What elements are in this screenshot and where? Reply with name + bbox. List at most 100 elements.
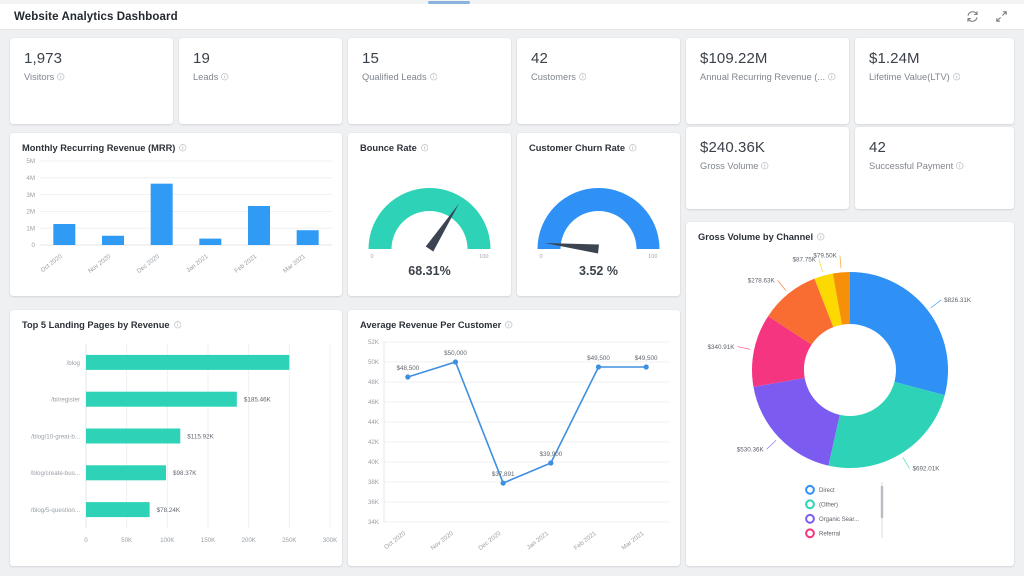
svg-text:Referral: Referral xyxy=(819,532,840,538)
svg-text:Direct: Direct xyxy=(819,488,835,494)
kpi-label-text: Customers xyxy=(531,72,576,82)
svg-text:Organic Sear...: Organic Sear... xyxy=(819,517,859,523)
svg-text:/bi/register: /bi/register xyxy=(51,397,80,404)
chart-card-mrr[interactable]: Monthly Recurring Revenue (MRR) 01M2M3M4… xyxy=(10,133,342,296)
landing-bar[interactable] xyxy=(86,355,289,370)
svg-text:100K: 100K xyxy=(160,537,175,544)
svg-text:Oct 2020: Oct 2020 xyxy=(39,253,64,274)
arpc-point[interactable] xyxy=(644,364,649,369)
chart-title-text: Gross Volume by Channel xyxy=(698,232,813,242)
arpc-point[interactable] xyxy=(501,480,506,485)
dashboard-root: Website Analytics Dashboard 1,973 Visito… xyxy=(0,0,1024,576)
info-icon[interactable] xyxy=(430,73,438,81)
info-icon[interactable] xyxy=(956,162,964,170)
svg-text:Dec 2020: Dec 2020 xyxy=(136,253,162,275)
svg-text:0: 0 xyxy=(540,254,543,260)
chart-card-channel[interactable]: Gross Volume by Channel $826.31K $692.01K… xyxy=(686,222,1014,566)
chart-card-arpc[interactable]: Average Revenue Per Customer 34K36K38K40… xyxy=(348,310,680,566)
donut-slice[interactable] xyxy=(850,272,948,395)
kpi-card-customers[interactable]: 42 Customers xyxy=(517,38,680,124)
svg-text:$826.31K: $826.31K xyxy=(944,297,972,304)
landing-bar[interactable] xyxy=(86,502,150,517)
landing-bar[interactable] xyxy=(86,465,166,480)
svg-text:$692.01K: $692.01K xyxy=(913,466,941,473)
channel-donut-chart[interactable]: $826.31K$692.01K$530.36K$340.91K$278.63K… xyxy=(686,242,1014,564)
info-icon[interactable] xyxy=(174,321,182,329)
donut-slice[interactable] xyxy=(828,382,944,468)
svg-text:Oct 2020: Oct 2020 xyxy=(383,530,408,551)
mrr-bar[interactable] xyxy=(248,206,270,245)
kpi-card-ltv[interactable]: $1.24M Lifetime Value(LTV) xyxy=(855,38,1014,124)
chart-title-text: Bounce Rate xyxy=(360,143,417,153)
mrr-bar[interactable] xyxy=(53,224,75,245)
info-icon[interactable] xyxy=(421,144,429,152)
info-icon[interactable] xyxy=(953,73,961,81)
arpc-point[interactable] xyxy=(596,364,601,369)
info-icon[interactable] xyxy=(57,73,65,81)
kpi-card-leads[interactable]: 19 Leads xyxy=(179,38,342,124)
info-icon[interactable] xyxy=(761,162,769,170)
kpi-value: 42 xyxy=(869,139,1014,156)
info-icon[interactable] xyxy=(179,144,187,152)
landing-bar[interactable] xyxy=(86,392,237,407)
info-icon[interactable] xyxy=(828,73,836,81)
svg-text:100: 100 xyxy=(479,254,488,260)
kpi-card-gross-volume[interactable]: $240.36K Gross Volume xyxy=(686,127,849,209)
kpi-label-text: Qualified Leads xyxy=(362,72,427,82)
kpi-label: Annual Recurring Revenue (... xyxy=(700,72,849,82)
chart-title-text: Customer Churn Rate xyxy=(529,143,625,153)
landing-pages-bar-chart[interactable]: 050K100K150K200K250K300K/blog/bi/registe… xyxy=(10,330,342,564)
kpi-value: 19 xyxy=(193,50,342,67)
chart-card-churn-rate[interactable]: Customer Churn Rate 01003.52 % xyxy=(517,133,680,296)
arpc-line xyxy=(408,362,646,483)
kpi-card-visitors[interactable]: 1,973 Visitors xyxy=(10,38,173,124)
legend-item[interactable]: Organic Sear... xyxy=(806,515,859,523)
arpc-point[interactable] xyxy=(548,460,553,465)
svg-text:300K: 300K xyxy=(323,537,338,544)
mrr-bar[interactable] xyxy=(102,236,124,245)
page-title: Website Analytics Dashboard xyxy=(14,11,178,23)
svg-text:4M: 4M xyxy=(26,175,35,182)
svg-text:/blog/10-great-b...: /blog/10-great-b... xyxy=(31,433,80,440)
svg-text:$49,500: $49,500 xyxy=(635,355,658,362)
chart-card-landing-pages[interactable]: Top 5 Landing Pages by Revenue 050K100K1… xyxy=(10,310,342,566)
svg-text:38K: 38K xyxy=(368,479,380,486)
mrr-bar[interactable] xyxy=(297,230,319,245)
arpc-point[interactable] xyxy=(453,359,458,364)
kpi-card-successful-payment[interactable]: 42 Successful Payment xyxy=(855,127,1014,209)
refresh-icon[interactable] xyxy=(966,10,979,23)
kpi-label-text: Annual Recurring Revenue (... xyxy=(700,72,825,82)
info-icon[interactable] xyxy=(221,73,229,81)
legend-item[interactable]: Direct xyxy=(806,486,835,494)
svg-text:/blog/create-bus...: /blog/create-bus... xyxy=(30,470,80,477)
churn-rate-gauge[interactable]: 01003.52 % xyxy=(517,153,680,293)
svg-text:42K: 42K xyxy=(368,439,380,446)
svg-text:1M: 1M xyxy=(26,225,35,232)
expand-icon[interactable] xyxy=(995,10,1008,23)
info-icon[interactable] xyxy=(817,233,825,241)
bounce-rate-gauge[interactable]: 010068.31% xyxy=(348,153,511,293)
landing-bar[interactable] xyxy=(86,429,180,444)
info-icon[interactable] xyxy=(505,321,513,329)
svg-text:44K: 44K xyxy=(368,419,380,426)
kpi-label: Customers xyxy=(531,72,680,82)
info-icon[interactable] xyxy=(629,144,637,152)
mrr-bar[interactable] xyxy=(199,239,221,245)
kpi-label: Visitors xyxy=(24,72,173,82)
mrr-bar-chart[interactable]: 01M2M3M4M5MOct 2020Nov 2020Dec 2020Jan 2… xyxy=(10,153,342,293)
chart-card-bounce-rate[interactable]: Bounce Rate 010068.31% xyxy=(348,133,511,296)
arpc-point[interactable] xyxy=(405,374,410,379)
kpi-label-text: Gross Volume xyxy=(700,161,758,171)
svg-text:$278.63K: $278.63K xyxy=(748,278,776,285)
legend-item[interactable]: (Other) xyxy=(806,500,838,508)
legend-item[interactable]: Referral xyxy=(806,529,840,537)
kpi-card-qualified-leads[interactable]: 15 Qualified Leads xyxy=(348,38,511,124)
kpi-card-arr[interactable]: $109.22M Annual Recurring Revenue (... xyxy=(686,38,849,124)
mrr-bar[interactable] xyxy=(151,184,173,245)
arpc-line-chart[interactable]: 34K36K38K40K42K44K46K48K50K52K$48,500Oct… xyxy=(348,330,680,564)
kpi-label: Leads xyxy=(193,72,342,82)
info-icon[interactable] xyxy=(579,73,587,81)
donut-slice[interactable] xyxy=(753,378,839,466)
svg-text:(Other): (Other) xyxy=(819,503,838,509)
svg-text:250K: 250K xyxy=(282,537,297,544)
